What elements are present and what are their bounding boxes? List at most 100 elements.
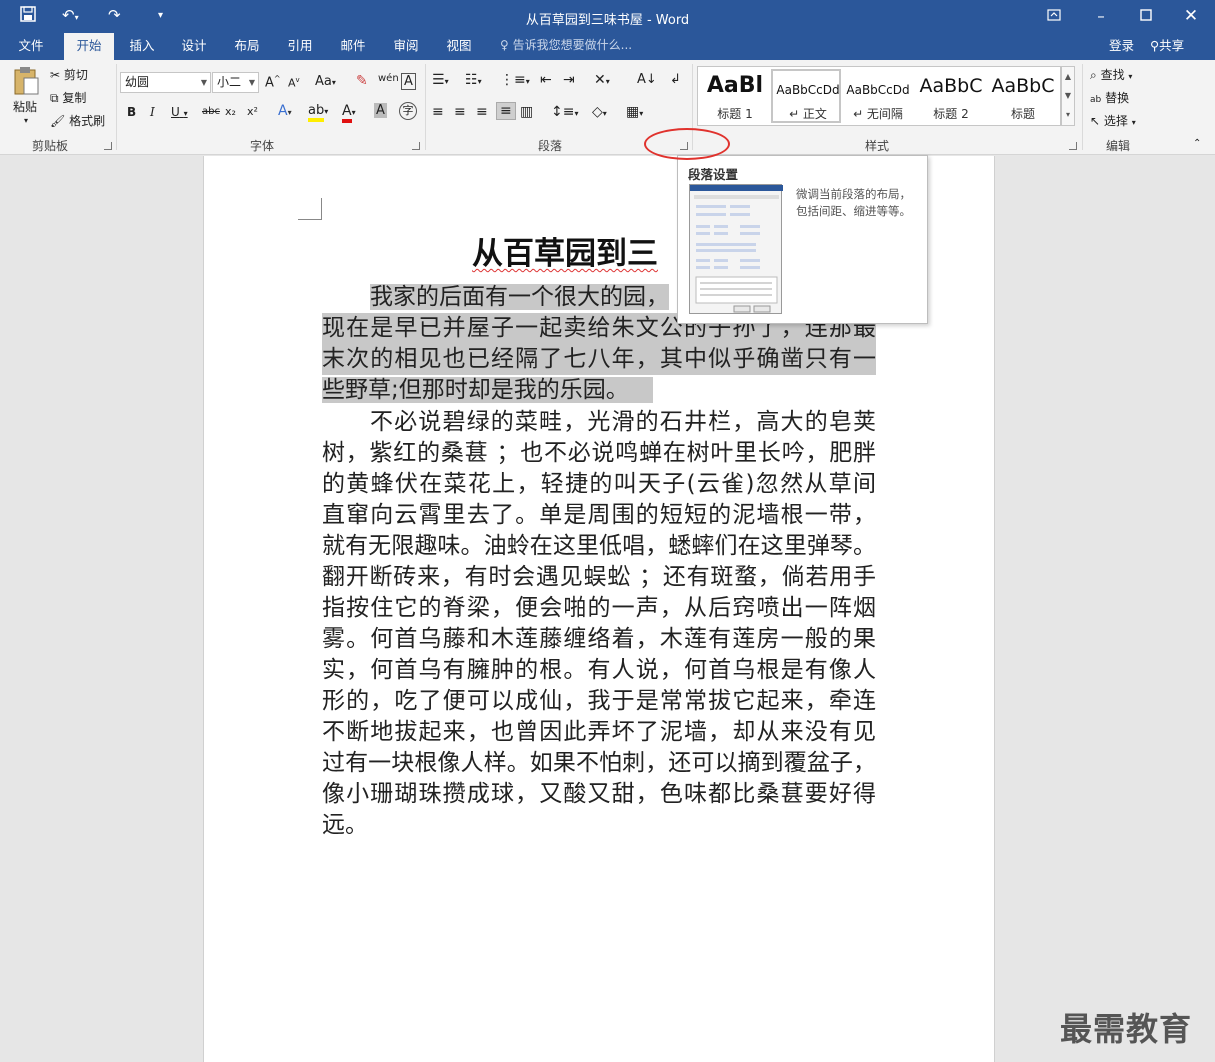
style-title[interactable]: AaBbC 标题	[988, 69, 1058, 123]
font-color-button[interactable]: A▾	[342, 103, 356, 123]
ribbon-display-icon[interactable]	[1041, 4, 1067, 28]
underline-button[interactable]: U ▾	[171, 105, 188, 119]
paragraph-2[interactable]: 不必说碧绿的菜畦，光滑的石井栏，高大的皂荚 树，紫红的桑葚 ；也不必说鸣蝉在树叶…	[322, 407, 876, 841]
document-title[interactable]: 从百草园到三	[472, 228, 658, 273]
text-effects-button[interactable]: A▾	[278, 103, 292, 119]
tell-me-box[interactable]: ♀ 告诉我您想要做什么...	[500, 33, 632, 58]
styles-gallery[interactable]: AaBl 标题 1 AaBbCcDd ↵ 正文 AaBbCcDd ↵ 无间隔 A…	[697, 66, 1061, 126]
font-size-combo[interactable]: 小二 ▼	[212, 72, 259, 93]
chevron-down-icon: ▼	[248, 78, 255, 87]
grow-font-button[interactable]: A^	[265, 74, 281, 90]
tab-design[interactable]: 设计	[172, 33, 216, 60]
paste-dropdown-icon[interactable]: ▾	[24, 116, 28, 125]
cut-button[interactable]: ✂ 剪切	[50, 66, 88, 83]
paragraph-dialog-thumbnail	[689, 184, 783, 314]
style-heading1[interactable]: AaBl 标题 1	[700, 69, 770, 123]
bold-button[interactable]: B	[127, 105, 136, 119]
font-launcher-icon[interactable]	[412, 142, 420, 150]
text-line: 翻开断砖来，有时会遇见蜈蚣 ；还有斑蝥，倘若用手	[322, 564, 876, 590]
multilevel-list-button[interactable]: ⋮≡▾	[500, 72, 530, 88]
justify-button[interactable]: ≡	[496, 102, 516, 120]
ribbon: 粘贴 ▾ ✂ 剪切 ⧉ 复制 🖌 格式刷 剪贴板 幼圆 ▼ 小二 ▼ A^ Av A…	[0, 60, 1215, 155]
styles-launcher-icon[interactable]	[1069, 142, 1077, 150]
tab-insert[interactable]: 插入	[120, 33, 164, 60]
tab-review[interactable]: 审阅	[384, 33, 428, 60]
share-button[interactable]: ⚲共享	[1150, 33, 1184, 58]
borders-button[interactable]: ▦▾	[626, 104, 643, 120]
decrease-indent-button[interactable]: ⇤	[540, 72, 552, 88]
close-icon[interactable]: ✕	[1178, 4, 1204, 28]
clear-format-icon[interactable]: ✎	[356, 73, 368, 89]
show-marks-button[interactable]: ↲	[670, 72, 681, 87]
margin-corner-mark	[298, 198, 322, 220]
enclose-char-button[interactable]: 字	[399, 102, 417, 120]
tab-layout[interactable]: 布局	[225, 33, 269, 60]
replace-button[interactable]: ab 替换	[1090, 89, 1129, 106]
text-line: 直窜向云霄里去了。单是周围的短短的泥墙根一带，	[322, 502, 876, 528]
superscript-button[interactable]: x²	[247, 105, 258, 118]
highlighter-icon: ab	[308, 103, 325, 122]
align-center-button[interactable]: ≡	[454, 104, 466, 120]
sort-button[interactable]: A↓	[637, 72, 657, 87]
separator	[1082, 64, 1083, 150]
subscript-button[interactable]: x₂	[225, 105, 236, 118]
char-border-button[interactable]: A	[401, 73, 416, 90]
text-line: 末次的相见也已经隔了七八年，其中似乎确凿只有一	[322, 344, 876, 375]
numbering-button[interactable]: ☷▾	[465, 72, 482, 88]
text-line: 像小珊瑚珠攒成球，又酸又甜，色味都比桑葚要好得	[322, 781, 876, 807]
align-left-button[interactable]: ≡	[432, 104, 444, 120]
find-button[interactable]: ⌕ 查找 ▾	[1090, 66, 1132, 83]
paste-label[interactable]: 粘贴	[13, 98, 37, 115]
char-shading-button[interactable]: A	[374, 103, 387, 118]
change-case-button[interactable]: Aa▾	[315, 74, 336, 89]
paragraph-group-label: 段落	[538, 139, 563, 153]
style-normal[interactable]: AaBbCcDd ↵ 正文	[771, 69, 841, 123]
strikethrough-button[interactable]: abc	[202, 106, 220, 117]
clipboard-launcher-icon[interactable]	[104, 142, 112, 150]
text-line: 过有一块根像人样。如果不怕刺，还可以摘到覆盆子，	[322, 750, 876, 776]
login-link[interactable]: 登录	[1109, 33, 1134, 58]
tab-file[interactable]: 文件	[8, 33, 54, 60]
copy-button[interactable]: ⧉ 复制	[50, 89, 86, 106]
gallery-scroll[interactable]: ▲ ▼ ▾	[1061, 66, 1075, 126]
annotation-circle	[644, 128, 730, 160]
minimize-icon[interactable]: –	[1088, 4, 1114, 28]
watermark: 最需教育	[1060, 1010, 1193, 1048]
style-heading2[interactable]: AaBbC 标题 2	[916, 69, 986, 123]
tooltip-title: 段落设置	[688, 167, 739, 182]
highlight-button[interactable]: ab▾	[308, 103, 328, 122]
text-line: 不必说碧绿的菜畦，光滑的石井栏，高大的皂荚	[370, 409, 876, 435]
paste-button[interactable]	[12, 66, 40, 99]
font-color-icon: A	[342, 103, 352, 123]
search-icon: ⌕	[1090, 68, 1097, 82]
shading-button[interactable]: ◇▾	[592, 104, 607, 120]
tab-view[interactable]: 视图	[437, 33, 481, 60]
clipboard-group-label: 剪贴板	[32, 139, 69, 153]
window-title: 从百草园到三味书屋 - Word	[525, 13, 690, 28]
lightbulb-icon: ♀	[500, 38, 509, 52]
chinese-layout-button[interactable]: ✕▾	[594, 72, 610, 88]
font-name-combo[interactable]: 幼圆 ▼	[120, 72, 211, 93]
styles-group-label: 样式	[865, 139, 890, 153]
style-no-spacing[interactable]: AaBbCcDd ↵ 无间隔	[843, 69, 913, 123]
align-right-button[interactable]: ≡	[476, 104, 488, 120]
text-line: 不断地拔起来，也曾因此弄坏了泥墙，却从来没有见	[322, 719, 876, 745]
select-button[interactable]: ↖ 选择 ▾	[1090, 112, 1136, 129]
tab-references[interactable]: 引用	[278, 33, 322, 60]
chevron-down-icon: ▼	[200, 78, 207, 87]
phonetic-guide-button[interactable]: wén	[378, 73, 399, 84]
maximize-icon[interactable]	[1133, 4, 1159, 28]
format-painter-button[interactable]: 🖌 格式刷	[50, 112, 105, 129]
bullets-button[interactable]: ☰▾	[432, 72, 449, 88]
tab-home[interactable]: 开始	[64, 33, 114, 60]
line-spacing-button[interactable]: ↕≡▾	[551, 104, 578, 120]
text-line: 形的，吃了便可以成仙，我于是常常拔它起来，牵连	[322, 688, 876, 714]
tab-mailings[interactable]: 邮件	[331, 33, 375, 60]
italic-button[interactable]: I	[150, 105, 155, 119]
collapse-ribbon-icon[interactable]: ⌃	[1193, 138, 1201, 149]
tooltip-description: 微调当前段落的布局，包括间距、缩进等等。	[796, 187, 911, 218]
paste-icon	[14, 67, 39, 95]
increase-indent-button[interactable]: ⇥	[563, 72, 575, 88]
distributed-button[interactable]: ▥	[520, 104, 533, 120]
shrink-font-button[interactable]: Av	[288, 76, 300, 90]
